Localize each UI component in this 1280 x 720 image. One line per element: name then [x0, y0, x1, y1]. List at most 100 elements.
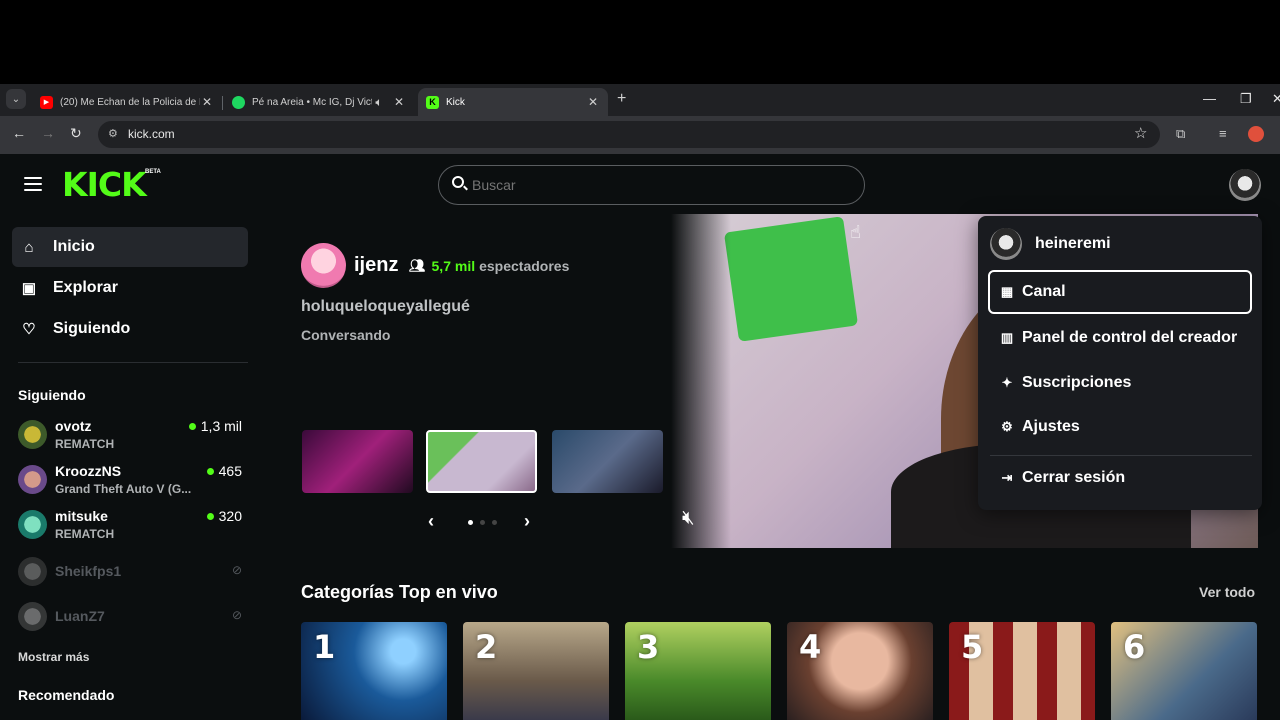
stream-title: holuqueloqueyallegué — [301, 298, 470, 315]
channel-name: Sheikfps1 — [55, 563, 122, 579]
category-card[interactable]: 5 — [949, 622, 1095, 720]
tab-search-dropdown[interactable]: ⌄ — [6, 89, 26, 109]
category-rank: 6 — [1123, 628, 1146, 666]
tab-kick[interactable]: K Kick ✕ — [418, 88, 608, 116]
top-black-bar — [0, 0, 1280, 84]
channel-name: LuanZ7 — [55, 608, 105, 624]
menu-item-subscriptions[interactable]: ✦ Suscripciones — [988, 361, 1252, 405]
new-tab-icon[interactable]: + — [617, 90, 626, 108]
viewer-count-text: 320 — [218, 508, 242, 524]
following-heading: Siguiendo — [18, 387, 86, 403]
stream-category[interactable]: Conversando — [301, 327, 390, 343]
reload-icon[interactable]: ↻ — [70, 125, 82, 142]
carousel-thumbnail-selected[interactable] — [426, 430, 537, 493]
logout-icon: ⇥ — [1001, 470, 1013, 485]
carousel-thumbnail[interactable] — [302, 430, 413, 493]
window-close-icon[interactable]: ✕ — [1272, 91, 1280, 107]
search-input[interactable] — [472, 177, 852, 193]
following-channel-offline[interactable]: LuanZ7 ⊘ — [18, 600, 248, 640]
close-icon[interactable]: ✕ — [392, 95, 406, 109]
carousel-thumbnail[interactable] — [552, 430, 663, 493]
beta-badge: BETA — [145, 169, 161, 175]
avatar — [990, 228, 1022, 260]
reading-list-icon[interactable]: ≡ — [1219, 126, 1227, 141]
extensions-icon[interactable]: ⧉ — [1176, 126, 1185, 142]
subscriptions-icon: ✦ — [1001, 375, 1013, 390]
kick-logo[interactable]: KICK — [62, 167, 147, 203]
viewers-label: espectadores — [479, 258, 570, 274]
home-icon: ⌂ — [24, 238, 34, 256]
channel-category: Grand Theft Auto V (G... — [55, 482, 192, 496]
avatar — [18, 420, 47, 449]
menu-item-label: Suscripciones — [1022, 374, 1132, 391]
streamer-name[interactable]: ijenz — [354, 254, 398, 277]
following-channel[interactable]: KroozzNS Grand Theft Auto V (G... 465 — [18, 463, 248, 503]
dashboard-icon: ▥ — [1000, 330, 1014, 345]
sidebar-item-explorar[interactable]: ▣ Explorar — [12, 268, 248, 308]
close-icon[interactable]: ✕ — [200, 95, 214, 109]
close-icon[interactable]: ✕ — [586, 95, 600, 109]
menu-item-canal[interactable]: ▦ Canal — [988, 270, 1252, 314]
carousel-dot[interactable] — [492, 520, 497, 525]
menu-item-settings[interactable]: ⚙ Ajustes — [988, 405, 1252, 449]
category-rank: 5 — [961, 628, 984, 666]
address-bar[interactable] — [98, 121, 1160, 148]
sidebar-item-inicio[interactable]: ⌂ Inicio — [12, 227, 248, 267]
forward-icon[interactable]: → — [41, 125, 55, 141]
tab-youtube[interactable]: ▶ (20) Me Echan de la Policia de M ✕ — [32, 88, 222, 116]
sidebar-item-siguiendo[interactable]: ♡ Siguiendo — [12, 309, 248, 349]
categories-heading: Categorías Top en vivo — [301, 582, 498, 602]
chevron-right-icon[interactable]: › — [524, 511, 530, 532]
site-settings-icon[interactable]: ⚙ — [108, 127, 118, 140]
viewer-count: 465 — [206, 463, 242, 479]
tab-spotify[interactable]: Pé na Areia • Mc IG, Dj Victo 🔈︎ ✕ — [224, 88, 414, 116]
live-dot-icon — [188, 422, 196, 430]
offline-icon: ⊘ — [231, 563, 242, 577]
category-card[interactable]: 1 — [301, 622, 447, 720]
menu-item-logout[interactable]: ⇥ Cerrar sesión — [988, 456, 1252, 500]
bookmark-star-icon[interactable]: ☆ — [1134, 124, 1147, 142]
sidebar-item-label: Inicio — [53, 238, 95, 255]
minimize-icon[interactable]: — — [1203, 91, 1216, 106]
show-more-link[interactable]: Mostrar más — [18, 650, 89, 664]
avatar — [18, 602, 47, 631]
browse-icon: ▣ — [21, 280, 37, 297]
view-all-link[interactable]: Ver todo — [1199, 584, 1255, 600]
sidebar-divider — [18, 362, 248, 363]
offline-icon: ⊘ — [231, 608, 242, 622]
category-card[interactable]: 4 — [787, 622, 933, 720]
following-channel[interactable]: mitsuke REMATCH 320 — [18, 508, 248, 548]
streamer-avatar[interactable] — [301, 243, 346, 288]
tab-label: Kick — [446, 96, 465, 108]
muted-speaker-icon[interactable]: 🔇︎ — [682, 507, 695, 530]
live-dot-icon — [206, 512, 214, 520]
category-card[interactable]: 2 — [463, 622, 609, 720]
category-card[interactable]: 6 — [1111, 622, 1257, 720]
carousel-dot-active[interactable] — [468, 520, 473, 525]
video-frame — [723, 216, 859, 342]
category-card[interactable]: 3 — [625, 622, 771, 720]
heart-icon: ♡ — [22, 321, 36, 338]
following-channel-offline[interactable]: Sheikfps1 ⊘ — [18, 555, 248, 595]
url-text[interactable]: kick.com — [128, 127, 175, 141]
youtube-icon: ▶ — [40, 95, 53, 109]
viewer-count: 320 — [206, 508, 242, 524]
kick-icon: K — [426, 95, 439, 109]
channel-category: REMATCH — [55, 527, 115, 541]
tab-divider — [222, 96, 223, 110]
following-channel[interactable]: ovotz REMATCH 1,3 mil — [18, 418, 248, 458]
back-icon[interactable]: ← — [12, 125, 26, 141]
spotify-icon — [232, 95, 245, 109]
speaker-icon[interactable]: 🔈︎ — [372, 95, 386, 110]
user-avatar[interactable] — [1229, 169, 1261, 201]
restore-icon[interactable]: ❐ — [1240, 91, 1252, 107]
hamburger-menu-icon[interactable] — [24, 177, 42, 191]
channel-category: REMATCH — [55, 437, 115, 451]
gear-icon: ⚙ — [1001, 419, 1013, 434]
chevron-left-icon[interactable]: ‹ — [428, 511, 434, 532]
carousel-dot[interactable] — [480, 520, 485, 525]
profile-avatar-icon[interactable] — [1248, 126, 1264, 142]
viewer-count-text: 1,3 mil — [200, 418, 242, 434]
menu-item-creator-dashboard[interactable]: ▥ Panel de control del creador — [988, 316, 1252, 360]
category-rank: 3 — [637, 628, 660, 666]
